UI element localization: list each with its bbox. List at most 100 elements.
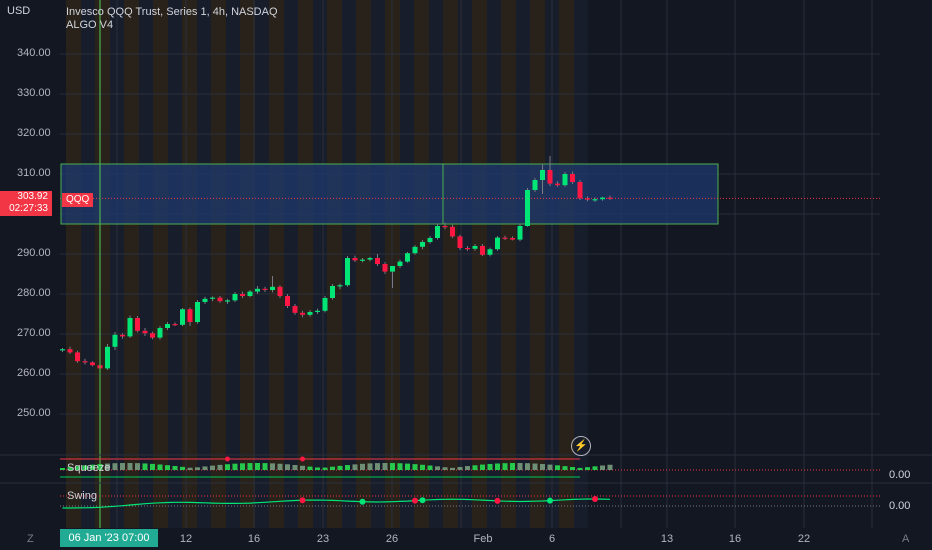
session-band [269, 0, 284, 528]
candle-body [540, 170, 545, 180]
session-band [487, 0, 501, 528]
swing-label[interactable]: Swing [67, 490, 97, 502]
squeeze-dot [225, 456, 230, 462]
squeeze-bar [375, 463, 380, 470]
x-axis-label: 22 [797, 533, 811, 545]
candle-body [277, 286, 283, 296]
squeeze-bar [510, 463, 515, 470]
squeeze-bar [187, 467, 193, 470]
session-band [516, 0, 530, 528]
candle-body [292, 306, 298, 313]
candle-body [135, 318, 140, 331]
swing-dot [359, 498, 366, 505]
indicator-title[interactable]: ALGO V4 [66, 19, 113, 31]
squeeze-bar [165, 465, 170, 470]
y-axis-label: 260.00 [17, 367, 51, 379]
session-band [356, 0, 371, 528]
squeeze-bar [360, 463, 365, 470]
session-band [124, 0, 139, 528]
squeeze-bar [157, 464, 163, 470]
candle-body [75, 352, 80, 362]
y-axis-label: 250.00 [17, 407, 51, 419]
squeeze-bar [277, 463, 283, 470]
chart-canvas[interactable] [0, 0, 932, 550]
candle-body [397, 261, 403, 266]
swing-dot [592, 495, 598, 502]
swing-value: 0.00 [889, 500, 911, 512]
session-band [139, 0, 153, 528]
squeeze-bar [547, 464, 553, 470]
y-axis-label: 320.00 [17, 127, 51, 139]
y-axis-label: 270.00 [17, 327, 51, 339]
candle-body [82, 361, 88, 363]
squeeze-bar [450, 467, 455, 470]
candle-body [172, 324, 178, 326]
session-band [226, 0, 240, 528]
candle-body [225, 300, 230, 302]
squeeze-bar [300, 465, 305, 470]
squeeze-bar [135, 463, 140, 470]
candle-body [255, 288, 260, 292]
candle-body [457, 236, 463, 248]
swing-dot [419, 497, 426, 504]
symbol-price-tag: QQQ [62, 193, 94, 207]
lightning-icon[interactable]: ⚡ [571, 436, 591, 456]
candle-body [405, 253, 410, 262]
bar-countdown: 02:27:33 [9, 203, 48, 214]
candle-body [217, 297, 223, 302]
candle-body [270, 286, 275, 290]
session-band [95, 0, 110, 528]
squeeze-bar [502, 463, 508, 470]
candle-body [420, 242, 425, 247]
crosshair-date-tag: 06 Jan '23 07:00 [60, 529, 158, 547]
candle-body [67, 349, 73, 353]
squeeze-bar [390, 463, 395, 470]
candle-body [330, 286, 335, 298]
squeeze-bar [525, 463, 530, 470]
candle-body [472, 246, 478, 249]
session-band [530, 0, 545, 528]
candle-body [112, 334, 118, 347]
x-axis-label: 23 [316, 533, 330, 545]
squeeze-bar [517, 463, 523, 470]
chart-title[interactable]: Invesco QQQ Trust, Series 1, 4h, NASDAQ [66, 6, 278, 18]
last-price-value: 303.92 [17, 191, 48, 202]
y-axis-label: 340.00 [17, 47, 51, 59]
squeeze-bar [592, 466, 598, 470]
squeeze-bar [397, 463, 403, 470]
candle-body [450, 226, 455, 237]
y-axis-label: 290.00 [17, 247, 51, 259]
squeeze-bar [412, 464, 418, 470]
squeeze-bar [600, 465, 605, 470]
y-axis-label: 310.00 [17, 167, 51, 179]
candle-body [202, 298, 208, 302]
candle-body [607, 197, 613, 199]
x-axis-label: 12 [179, 533, 193, 545]
squeeze-bar [322, 467, 328, 470]
candle-body [525, 190, 530, 226]
candle-body [480, 246, 485, 255]
candle-body [195, 302, 200, 322]
x-axis-label: 13 [660, 533, 674, 545]
squeeze-label[interactable]: Squeeze [67, 462, 110, 474]
squeeze-bar [262, 463, 268, 470]
session-band [153, 0, 168, 528]
squeeze-bar [60, 468, 65, 470]
candle-body [532, 180, 538, 190]
zoom-reset-icon[interactable]: Z [27, 533, 34, 545]
swing-dot [412, 497, 418, 504]
squeeze-bar [255, 463, 260, 470]
candle-body [360, 259, 365, 261]
candle-body [315, 310, 320, 312]
squeeze-bar [495, 463, 500, 470]
auto-scale-button[interactable]: A [902, 533, 909, 545]
squeeze-bar [420, 464, 425, 470]
candle-body [262, 288, 268, 290]
squeeze-bar [382, 463, 388, 470]
candle-body [240, 294, 245, 296]
candle-body [390, 266, 395, 272]
squeeze-bar [562, 466, 568, 470]
squeeze-bar [457, 466, 463, 470]
candle-body [517, 226, 523, 240]
squeeze-bar [405, 463, 410, 470]
